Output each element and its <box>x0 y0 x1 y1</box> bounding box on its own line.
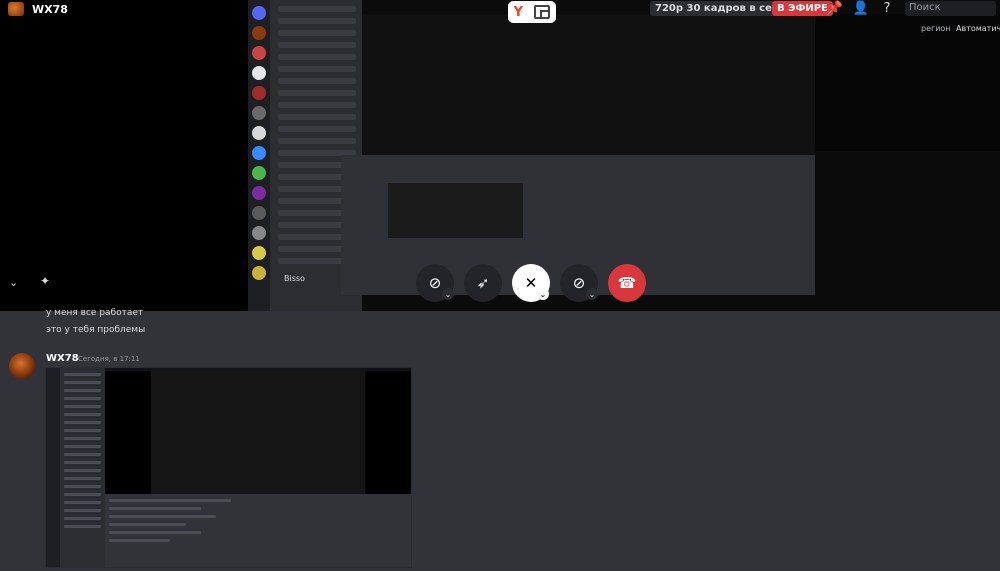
call-controls: ⊘ ⌄ ➶ ✕ ⌄ ⊘ ⌄ ☎ <box>416 264 650 302</box>
message-author[interactable]: WX78 <box>46 353 79 364</box>
live-badge: В ЭФИРЕ <box>772 1 833 16</box>
picture-in-picture-icon[interactable] <box>534 5 551 19</box>
phone-hangup-icon: ☎ <box>617 274 637 292</box>
microphone-muted-icon: ⊘ <box>572 274 586 292</box>
shared-server-rail <box>248 0 270 311</box>
message-text: у меня все работает <box>46 308 144 318</box>
activities-button[interactable]: ➶ <box>464 264 502 302</box>
attachment-server-rail <box>46 368 60 567</box>
yandex-icon[interactable]: Y <box>514 5 523 20</box>
nested-stream <box>362 14 815 156</box>
streamer-avatar <box>8 2 24 16</box>
browser-overlay-toolbar: Y <box>508 1 556 23</box>
rocket-icon: ➶ <box>476 274 490 292</box>
chevron-down-icon[interactable]: ⌄ <box>9 276 18 289</box>
attachment-video <box>105 371 411 494</box>
attachment-chat <box>105 494 411 567</box>
search-input[interactable]: Поиск <box>905 1 996 16</box>
share-options-chevron[interactable]: ⌄ <box>537 288 549 300</box>
help-icon[interactable]: ? <box>878 1 896 17</box>
pin-icon[interactable]: 📌 <box>826 1 844 17</box>
nested-dark-area <box>815 14 1000 151</box>
activity-icon[interactable]: ✦ <box>40 274 50 288</box>
attachment-channel-list <box>60 368 105 567</box>
camera-off-icon: ⊘ <box>428 274 442 292</box>
stop-share-icon: ✕ <box>524 274 538 292</box>
image-attachment[interactable] <box>45 367 412 568</box>
avatar[interactable] <box>9 353 35 379</box>
streamer-info: WX78 <box>8 2 68 16</box>
stream-viewer: WX78 Bisso Y 720p 30 кадров в секунду В … <box>0 0 1000 311</box>
streamer-name: WX78 <box>32 2 68 16</box>
disconnect-button[interactable]: ☎ <box>608 264 646 302</box>
region-value[interactable]: Автоматически <box>956 24 1000 33</box>
add-member-icon[interactable]: 👤 <box>852 1 870 17</box>
message-timestamp: Сегодня, в 17:11 <box>78 355 140 363</box>
camera-options-chevron[interactable]: ⌄ <box>442 288 454 300</box>
region-label: регион <box>921 24 951 33</box>
message-text: это у тебя проблемы <box>46 325 146 335</box>
mic-options-chevron[interactable]: ⌄ <box>586 288 598 300</box>
